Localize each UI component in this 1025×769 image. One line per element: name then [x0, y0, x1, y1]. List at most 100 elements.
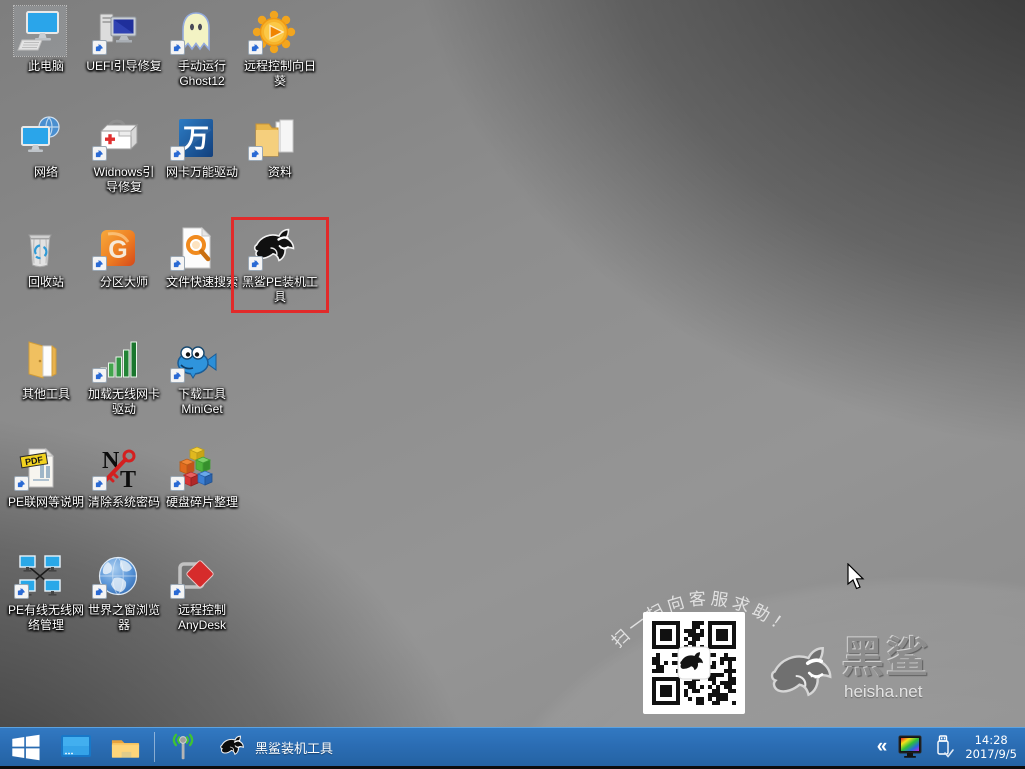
desktop-icon-disk-defrag[interactable]: 硬盘碎片整理 [157, 442, 235, 510]
desktop-icon-miniget-download[interactable]: 下载工具 MiniGet [157, 334, 235, 417]
this-pc-icon [14, 6, 66, 56]
desktop-icon-label: 下载工具 MiniGet [157, 387, 247, 417]
shortcut-arrow-icon [92, 476, 107, 491]
shortcut-arrow-icon [14, 584, 29, 599]
desktop-icon-windows-boot-repair[interactable]: Widnows引 导修复 [79, 112, 157, 195]
desktop-icon-label: 远程控制 AnyDesk [157, 603, 247, 633]
clear-system-password-icon: N T [92, 442, 144, 492]
shortcut-arrow-icon [92, 40, 107, 55]
display-color-tray-icon[interactable] [897, 735, 923, 759]
desktop-icon-other-tools[interactable]: 其他工具 [1, 334, 79, 402]
anydesk-remote-icon [170, 550, 222, 600]
desktop-icon-partition-master[interactable]: G分区大师 [79, 222, 157, 290]
blue-monitor-icon [60, 734, 92, 760]
clock-date: 2017/9/5 [965, 747, 1017, 761]
shortcut-arrow-icon [92, 146, 107, 161]
system-tray: « 14:28 2017/9/5 [877, 733, 1025, 761]
shortcut-arrow-icon [170, 584, 185, 599]
desktop-icon-clear-system-password[interactable]: N T 清除系统密码 [79, 442, 157, 510]
desktop-icon-label: 世界之窗浏览 器 [79, 603, 169, 633]
folder-icon [110, 734, 141, 760]
wireless-tool-button[interactable] [159, 728, 207, 766]
desktop-icon-label: 加载无线网卡 驱动 [79, 387, 169, 417]
tray-expand-chevron[interactable]: « [877, 737, 888, 756]
desktop-icon-pe-network-manager[interactable]: PE有线无线网 络管理 [1, 550, 79, 633]
desktop-icon-label: 分区大师 [79, 275, 169, 290]
network-icon [14, 112, 66, 162]
start-button[interactable] [0, 728, 51, 766]
shark-logo-icon [760, 640, 842, 712]
shortcut-arrow-icon [92, 584, 107, 599]
shortcut-arrow-icon [170, 256, 185, 271]
desktop-icon-sunflower-remote[interactable]: 远程控制向日 葵 [235, 6, 313, 89]
nic-universal-driver-icon: 万 [170, 112, 222, 162]
clock[interactable]: 14:28 2017/9/5 [965, 733, 1017, 761]
svg-text:万: 万 [183, 123, 209, 153]
sunflower-remote-icon [248, 6, 300, 56]
desktop-icon-label: 此电脑 [1, 59, 91, 74]
desktop-icon-label: 网卡万能驱动 [157, 165, 247, 180]
other-tools-icon [14, 334, 66, 384]
desktop-icon-world-window-browser[interactable]: 世界之窗浏览 器 [79, 550, 157, 633]
desktop-icon-file-quick-search[interactable]: 文件快速搜索 [157, 222, 235, 290]
desktop-icon-this-pc[interactable]: 此电脑 [1, 6, 79, 74]
windows-logo-icon [9, 731, 42, 764]
disk-defrag-icon [170, 442, 222, 492]
desktop-icon-run-ghost12[interactable]: 手动运行 Ghost12 [157, 6, 235, 89]
antenna-icon [168, 732, 198, 762]
taskbar: 黑鲨装机工具 « 14:28 2017/9/5 [0, 727, 1025, 769]
shortcut-arrow-icon [170, 40, 185, 55]
desktop-icon-label: 资料 [235, 165, 325, 180]
desktop-icon-label: 清除系统密码 [79, 495, 169, 510]
desktop-icon-label: Widnows引 导修复 [79, 165, 169, 195]
shortcut-arrow-icon [170, 368, 185, 383]
brand-site: heisha.net [844, 682, 922, 702]
desktop-icon-anydesk-remote[interactable]: 远程控制 AnyDesk [157, 550, 235, 633]
desktop-icon-recycle-bin[interactable]: 回收站 [1, 222, 79, 290]
run-ghost12-icon [170, 6, 222, 56]
shortcut-arrow-icon [170, 146, 185, 161]
file-quick-search-icon [170, 222, 222, 272]
windows-boot-repair-icon [92, 112, 144, 162]
mouse-cursor [846, 563, 866, 591]
desktop-icon-nic-universal-driver[interactable]: 万网卡万能驱动 [157, 112, 235, 180]
shortcut-arrow-icon [170, 476, 185, 491]
desktop-icon-label: 手动运行 Ghost12 [157, 59, 247, 89]
desktop-icon-pe-network-readme[interactable]: PDF PE联网等说明 [1, 442, 79, 510]
desktop-icon-label: PE有线无线网 络管理 [1, 603, 91, 633]
file-explorer-button[interactable] [101, 728, 150, 766]
miniget-download-icon [170, 334, 222, 384]
shortcut-arrow-icon [92, 368, 107, 383]
ziliao-folder-icon [248, 112, 300, 162]
desktop-icon-ziliao-folder[interactable]: 资料 [235, 112, 313, 180]
taskbar-separator [154, 732, 155, 762]
recycle-bin-icon [14, 222, 66, 272]
desktop-icon-wireless-nic-driver[interactable]: 加载无线网卡 驱动 [79, 334, 157, 417]
wireless-nic-driver-icon [92, 334, 144, 384]
red-highlight-box [231, 217, 329, 313]
shark-app-icon [217, 733, 247, 761]
desktop-icon-label: 回收站 [1, 275, 91, 290]
desktop-icon-label: 远程控制向日 葵 [235, 59, 325, 89]
usb-eject-tray-icon[interactable] [933, 734, 955, 760]
qr-code [643, 612, 745, 714]
desktop-icon-label: UEFI引导修复 [79, 59, 169, 74]
svg-text:T: T [120, 467, 136, 492]
clock-time: 14:28 [965, 733, 1017, 747]
desktop-icon-network[interactable]: 网络 [1, 112, 79, 180]
shortcut-arrow-icon [92, 256, 107, 271]
taskbar-app-label: 黑鲨装机工具 [255, 738, 333, 757]
shortcut-arrow-icon [14, 476, 29, 491]
pe-network-readme-icon: PDF [14, 442, 66, 492]
taskbar-app-heisha-tool[interactable]: 黑鲨装机工具 [207, 728, 343, 766]
shortcut-arrow-icon [248, 146, 263, 161]
pe-network-manager-icon [14, 550, 66, 600]
desktop-icon-uefi-boot-repair[interactable]: UEFI引导修复 [79, 6, 157, 74]
partition-master-icon: G [92, 222, 144, 272]
desktop-icon-label: 其他工具 [1, 387, 91, 402]
desktop-icon-label: 网络 [1, 165, 91, 180]
brand-name: 黑鲨 [842, 624, 962, 685]
shortcut-arrow-icon [248, 40, 263, 55]
svg-text:G: G [108, 236, 127, 264]
display-tool-button[interactable] [51, 728, 101, 766]
